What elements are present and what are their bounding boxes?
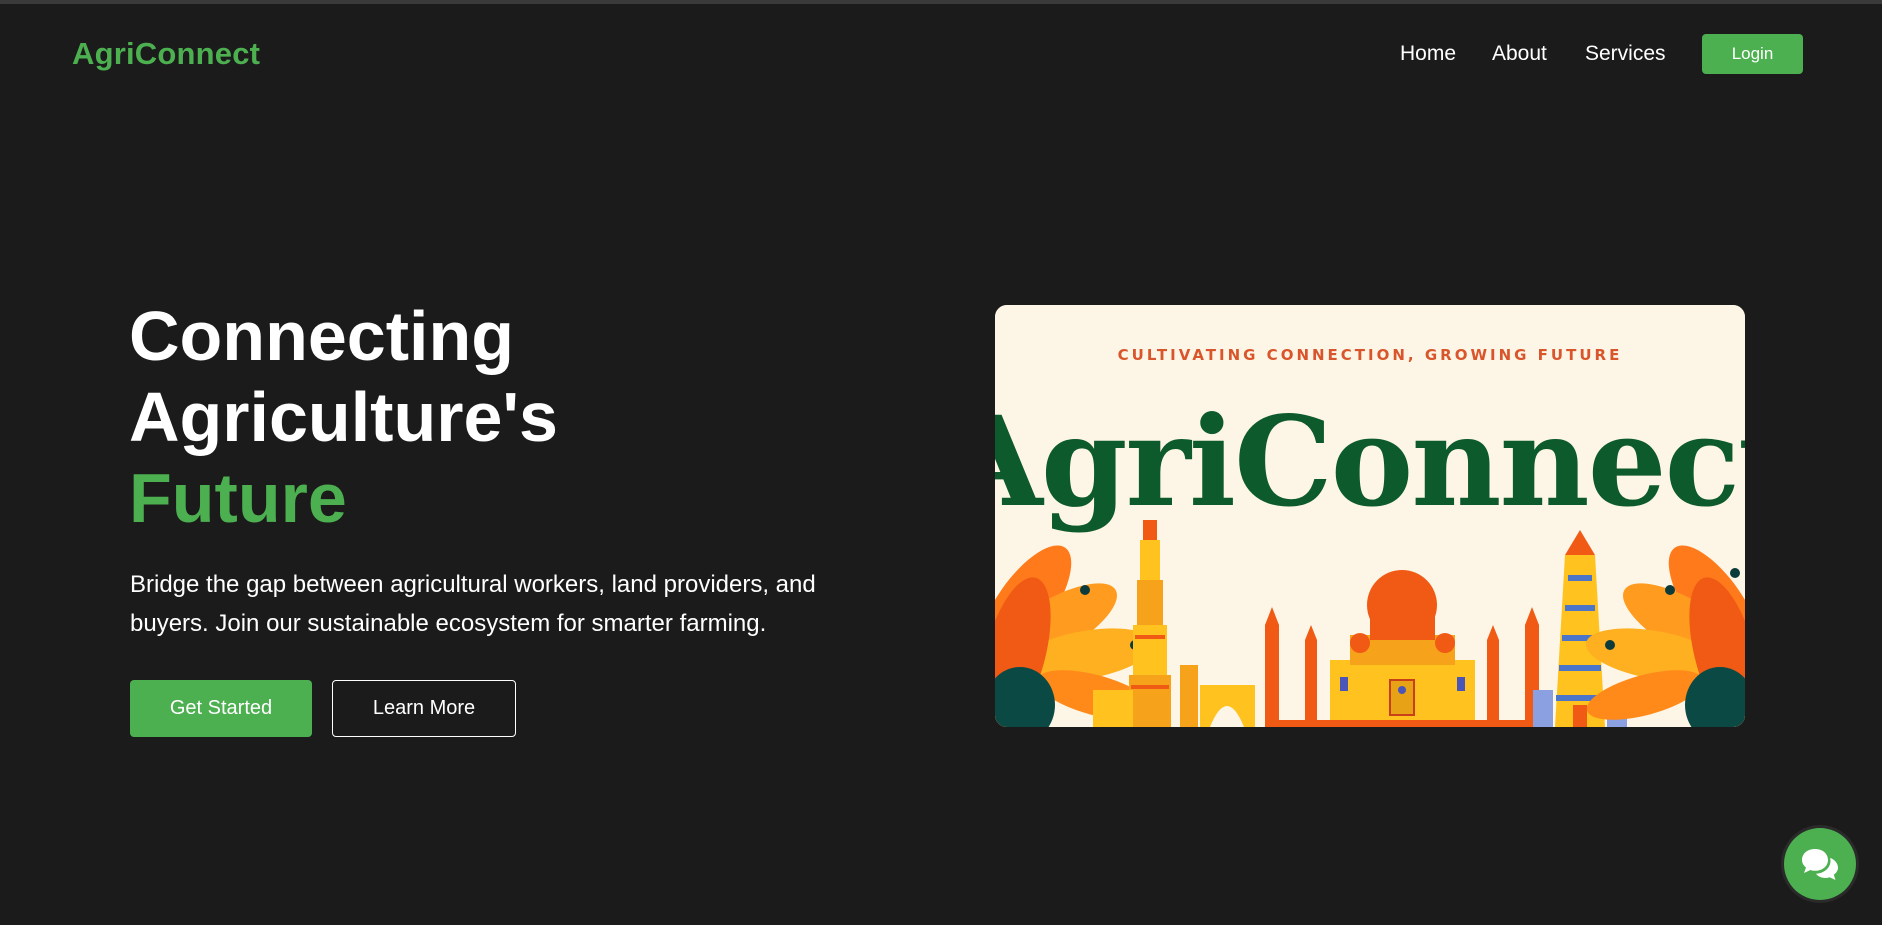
nav-link-home[interactable]: Home (1400, 42, 1456, 66)
chat-bubbles-icon (1802, 849, 1838, 880)
chat-button[interactable] (1784, 828, 1856, 900)
get-started-button[interactable]: Get Started (130, 680, 312, 737)
banner-wordmark: AgriConnect (995, 390, 1745, 535)
hero-banner-image: CULTIVATING CONNECTION, GROWING FUTURE A… (995, 305, 1745, 727)
navbar: AgriConnect Home About Services Login (0, 4, 1882, 104)
login-button[interactable]: Login (1702, 34, 1803, 74)
nav-link-about[interactable]: About (1492, 42, 1547, 66)
hero-title: Connecting Agriculture's Future (129, 296, 558, 539)
brand-logo[interactable]: AgriConnect (72, 36, 260, 72)
hero-title-line-2: Agriculture's (129, 378, 558, 456)
hero-title-line-1: Connecting (129, 297, 514, 375)
nav-link-services[interactable]: Services (1585, 42, 1666, 66)
learn-more-button[interactable]: Learn More (332, 680, 516, 737)
hero-title-accent: Future (129, 459, 347, 537)
hero-description: Bridge the gap between agricultural work… (130, 571, 816, 637)
banner-tagline: CULTIVATING CONNECTION, GROWING FUTURE (1118, 346, 1623, 364)
